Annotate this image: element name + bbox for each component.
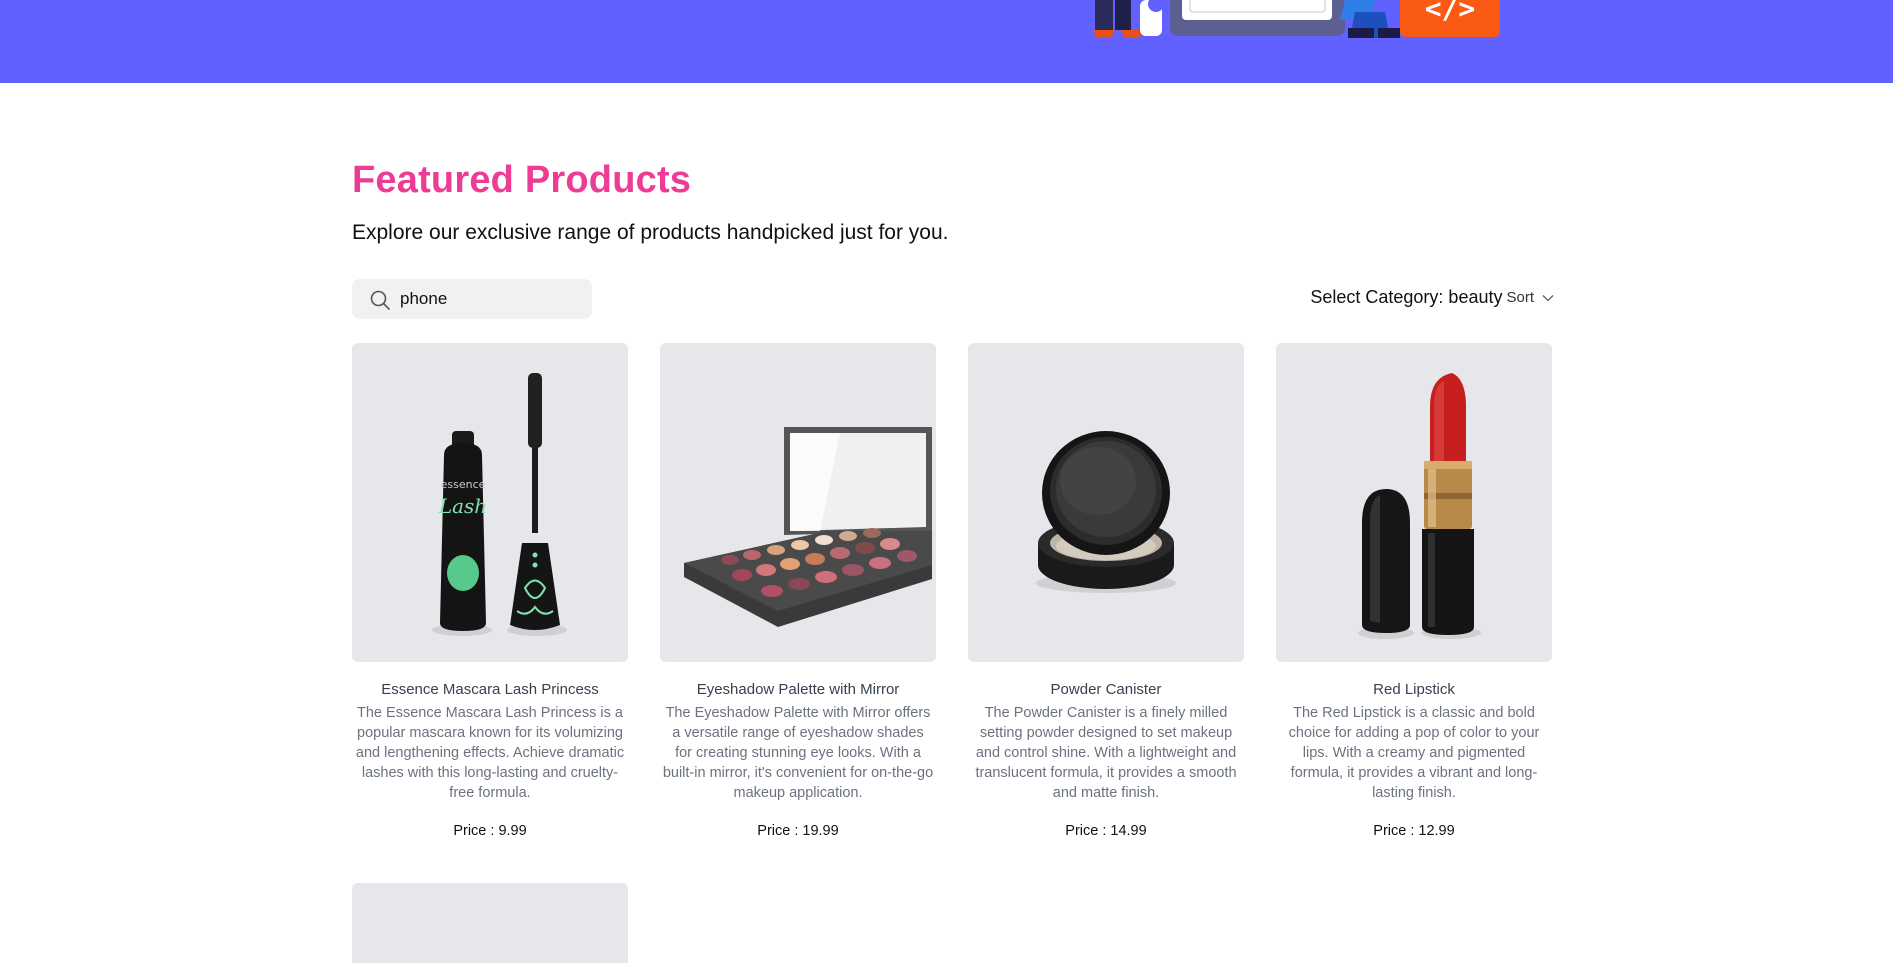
sort-label: Sort <box>1506 289 1534 306</box>
product-name: Powder Canister <box>1050 681 1162 698</box>
powder-canister-image <box>1036 431 1176 593</box>
product-price: Price : 12.99 <box>1373 823 1455 839</box>
search-icon <box>370 290 390 310</box>
product-image <box>968 343 1244 662</box>
product-name: Eyeshadow Palette with Mirror <box>696 681 900 698</box>
section-title: Featured Products <box>352 159 692 201</box>
lipstick-image <box>1358 373 1481 639</box>
svg-text:essence: essence <box>441 478 486 491</box>
product-name: Essence Mascara Lash Princess <box>381 681 599 698</box>
product-card[interactable]: essence Lash Essence Mascara Lash Prince… <box>352 343 628 839</box>
product-image: essence Lash <box>352 343 628 662</box>
product-card-partial[interactable] <box>352 883 628 963</box>
product-description: The Powder Canister is a finely milled s… <box>975 705 1237 801</box>
product-image <box>1276 343 1552 662</box>
search-box[interactable] <box>352 279 592 319</box>
chevron-down-icon <box>1542 294 1554 301</box>
product-description: The Essence Mascara Lash Princess is a p… <box>355 705 625 801</box>
product-description: The Eyeshadow Palette with Mirror offers… <box>662 705 934 801</box>
product-card[interactable]: Eyeshadow Palette with Mirror The Eyesha… <box>660 343 936 839</box>
product-image <box>660 343 936 662</box>
product-card[interactable]: Powder Canister The Powder Canister is a… <box>968 343 1244 839</box>
section-subtitle: Explore our exclusive range of products … <box>352 221 949 244</box>
code-glyph: </> <box>1425 0 1476 25</box>
product-price: Price : 14.99 <box>1065 823 1147 839</box>
svg-text:Lash: Lash <box>438 494 487 518</box>
category-select[interactable]: Select Category: beauty Sort <box>1310 287 1554 308</box>
category-label: Select Category: beauty <box>1310 287 1503 307</box>
eyeshadow-palette-image <box>684 427 932 627</box>
product-description: The Red Lipstick is a classic and bold c… <box>1288 705 1540 801</box>
hero-banner: </> <box>0 0 1893 83</box>
search-input[interactable] <box>400 287 580 311</box>
developer-illustration: </> <box>1093 0 1500 38</box>
mascara-image: essence Lash <box>432 373 567 636</box>
product-name: Red Lipstick <box>1373 681 1455 698</box>
product-price: Price : 9.99 <box>453 823 527 839</box>
product-card[interactable]: Red Lipstick The Red Lipstick is a class… <box>1276 343 1552 839</box>
product-price: Price : 19.99 <box>757 823 839 839</box>
